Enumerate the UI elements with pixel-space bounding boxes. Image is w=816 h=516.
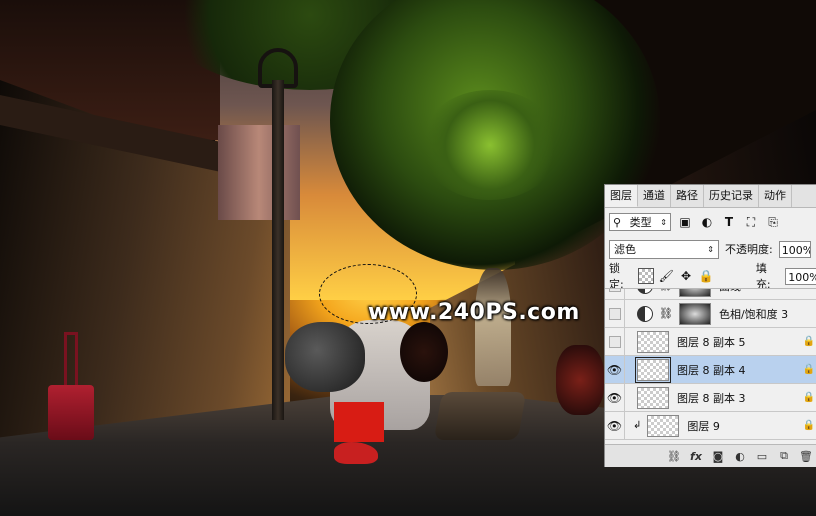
tab-history[interactable]: 历史记录 (704, 185, 759, 207)
layer-name: 图层 8 副本 5 (677, 335, 746, 349)
layer-name: 图层 8 副本 4 (677, 363, 746, 377)
panel-tabs: 图层 通道 路径 历史记录 动作 (605, 185, 816, 208)
adjustment-layer-icon (637, 289, 653, 294)
layer-thumbnail[interactable] (635, 356, 671, 383)
layer-name: 图层 8 副本 3 (677, 391, 746, 405)
street-lamp-post (272, 80, 284, 420)
lock-icon[interactable]: 🔒 (698, 268, 714, 284)
visibility-toggle[interactable] (605, 327, 625, 356)
adjustment-icon[interactable]: ◐ (733, 449, 747, 463)
fill-input[interactable]: 100% (785, 267, 816, 285)
folder-icon[interactable]: ▭ (755, 449, 769, 463)
layer-thumbnail[interactable] (647, 414, 680, 437)
blend-row: 滤色 ⇕ 不透明度: 100% (605, 236, 816, 262)
backpack (285, 322, 365, 392)
tab-paths[interactable]: 路径 (671, 185, 704, 207)
spinner-icon: ⇕ (707, 244, 714, 254)
lock-icon: 🔒 (802, 364, 815, 375)
tab-layers[interactable]: 图层 (605, 185, 638, 207)
layers-list: ⛓ 曲线 ⛓ 色相/饱和度 3 图层 8 副本 5 🔒 👁 图层 8 副本 4 … (605, 288, 816, 445)
layer-row[interactable]: ⛓ 色相/饱和度 3 (605, 299, 816, 328)
layer-row[interactable]: 👁 图层 8 副本 3 🔒 (605, 383, 816, 412)
filter-type-label: 类型 (629, 216, 652, 229)
tab-channels[interactable]: 通道 (638, 185, 671, 207)
spinner-icon: ⇕ (660, 217, 667, 227)
chain-link-icon: ⛓ (659, 307, 673, 320)
move-icon[interactable]: ✥ (678, 268, 694, 284)
clipping-arrow-icon: ↲ (633, 420, 642, 431)
brush-icon[interactable]: 🖌 (658, 268, 674, 284)
red-suitcase (48, 385, 94, 440)
blend-mode-value: 滤色 (614, 243, 636, 256)
search-icon: ⚲ (613, 215, 622, 229)
text-filter-icon[interactable]: T (721, 214, 737, 230)
tree-foliage (420, 90, 560, 200)
layer-row[interactable]: 图层 8 副本 5 🔒 (605, 327, 816, 356)
adjustment-layer-icon (637, 305, 653, 322)
layer-filter-row: ⚲ 类型 ⇕ ▣ ◐ T ⛶ ⎘ (605, 209, 816, 235)
lock-icon: 🔒 (802, 392, 815, 403)
layer-mask-thumbnail[interactable] (678, 302, 711, 325)
layer-name: 曲线 (719, 289, 741, 294)
layers-bottom-bar: ⛓ fx ◙ ◐ ▭ ⧉ 🗑 (605, 444, 816, 467)
layer-row[interactable]: ⛓ 曲线 (605, 289, 816, 300)
fx-icon[interactable]: fx (689, 449, 703, 463)
link-icon[interactable]: ⛓ (667, 449, 681, 463)
layer-name: 色相/饱和度 3 (718, 307, 789, 321)
blend-mode-select[interactable]: 滤色 ⇕ (609, 239, 719, 259)
lock-icon: 🔒 (802, 336, 815, 347)
visibility-toggle[interactable] (605, 289, 625, 300)
lock-row: 锁定: 🖌 ✥ 🔒 填充: 100% (605, 262, 816, 291)
trash-icon[interactable]: 🗑 (799, 449, 813, 463)
eye-icon[interactable]: 👁 (605, 355, 625, 384)
opacity-input[interactable]: 100% (778, 240, 811, 258)
mask-icon[interactable]: ◙ (711, 449, 725, 463)
filter-type-select[interactable]: ⚲ 类型 ⇕ (609, 213, 671, 231)
new-layer-icon[interactable]: ⧉ (777, 449, 791, 463)
layer-mask-thumbnail[interactable] (678, 289, 711, 297)
image-filter-icon[interactable]: ▣ (677, 214, 693, 230)
layer-row[interactable]: 👁 图层 8 副本 4 🔒 (605, 355, 816, 384)
lock-transparent-icon[interactable] (638, 268, 655, 284)
hidden-box-icon (608, 335, 621, 348)
ghost-figure (475, 268, 511, 386)
lock-icon: 🔒 (802, 420, 815, 431)
shape-filter-icon[interactable]: ⛶ (743, 214, 759, 230)
chain-link-icon: ⛓ (659, 289, 673, 292)
opacity-label: 不透明度: (725, 243, 773, 256)
smart-object-filter-icon[interactable]: ⎘ (765, 214, 781, 230)
layer-row[interactable]: 👁 ↲ 图层 9 🔒 (605, 411, 816, 440)
layer-name: 图层 9 (687, 419, 720, 433)
hidden-box-icon (608, 307, 621, 320)
distant-tower (218, 125, 300, 220)
visibility-toggle[interactable] (605, 299, 625, 328)
layers-panel: 图层 通道 路径 历史记录 动作 ⚲ 类型 ⇕ ▣ ◐ T ⛶ ⎘ 滤色 ⇕ 不… (604, 184, 816, 467)
layer-thumbnail[interactable] (637, 386, 669, 409)
girl-hair (400, 322, 448, 382)
red-bag (334, 402, 384, 442)
eye-icon[interactable]: 👁 (605, 383, 625, 412)
suitcase-handle (64, 332, 78, 387)
tab-actions[interactable]: 动作 (759, 185, 792, 207)
layer-thumbnail[interactable] (637, 330, 669, 353)
adjustment-filter-icon[interactable]: ◐ (699, 214, 715, 230)
eye-icon[interactable]: 👁 (605, 411, 625, 440)
watermark-text: www.240PS.com (368, 300, 580, 325)
hidden-box-icon (608, 289, 621, 292)
bag-on-ground (433, 392, 527, 440)
crouching-figure (556, 345, 604, 415)
